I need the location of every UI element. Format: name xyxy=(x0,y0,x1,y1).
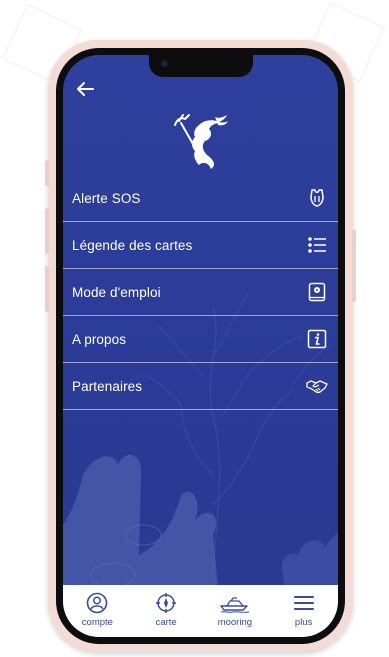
menu-item-legende-des-cartes[interactable]: Légende des cartes xyxy=(63,222,338,269)
phone-side-button xyxy=(45,208,49,254)
back-button[interactable] xyxy=(73,77,97,101)
bottom-tab-bar: compte carte mooring plus xyxy=(63,585,338,637)
phone-side-button xyxy=(352,230,356,302)
menu-item-label: Alerte SOS xyxy=(72,190,141,206)
mermaid-trident-logo-icon xyxy=(174,114,228,169)
tab-label: compte xyxy=(81,617,113,628)
tab-compte[interactable]: compte xyxy=(63,585,132,637)
list-icon xyxy=(306,234,328,256)
menu-item-label: Partenaires xyxy=(72,378,143,394)
menu-item-label: Légende des cartes xyxy=(72,237,193,253)
handshake-icon xyxy=(306,375,328,397)
tab-label: carte xyxy=(155,617,177,628)
phone-notch xyxy=(149,55,253,77)
tab-mooring[interactable]: mooring xyxy=(201,585,270,637)
tab-carte[interactable]: carte xyxy=(132,585,201,637)
menu-icon xyxy=(293,596,314,610)
app-screen: Alerte SOS Légende des cartes Mode d'emp… xyxy=(63,55,338,637)
phone-frame: Alerte SOS Légende des cartes Mode d'emp… xyxy=(45,40,356,652)
main-menu: Alerte SOS Légende des cartes Mode d'emp… xyxy=(63,175,338,410)
manual-book-icon xyxy=(306,281,328,303)
compass-icon xyxy=(156,593,177,613)
menu-item-label: A propos xyxy=(72,331,127,347)
tab-label: mooring xyxy=(217,617,253,628)
phone-side-button xyxy=(45,266,49,312)
menu-item-partenaires[interactable]: Partenaires xyxy=(63,363,338,410)
info-icon xyxy=(306,328,328,350)
arrow-left-icon xyxy=(77,82,94,96)
lifejacket-icon xyxy=(306,187,328,209)
menu-item-a-propos[interactable]: A propos xyxy=(63,316,338,363)
boat-icon xyxy=(220,597,249,613)
camera-icon xyxy=(161,60,168,67)
tab-label: plus xyxy=(294,617,313,628)
tab-plus[interactable]: plus xyxy=(269,585,338,637)
user-circle-icon xyxy=(87,592,108,614)
menu-item-alerte-sos[interactable]: Alerte SOS xyxy=(63,175,338,222)
menu-item-label: Mode d'emploi xyxy=(72,284,161,300)
menu-item-mode-d-emploi[interactable]: Mode d'emploi xyxy=(63,269,338,316)
phone-side-button xyxy=(45,160,49,186)
